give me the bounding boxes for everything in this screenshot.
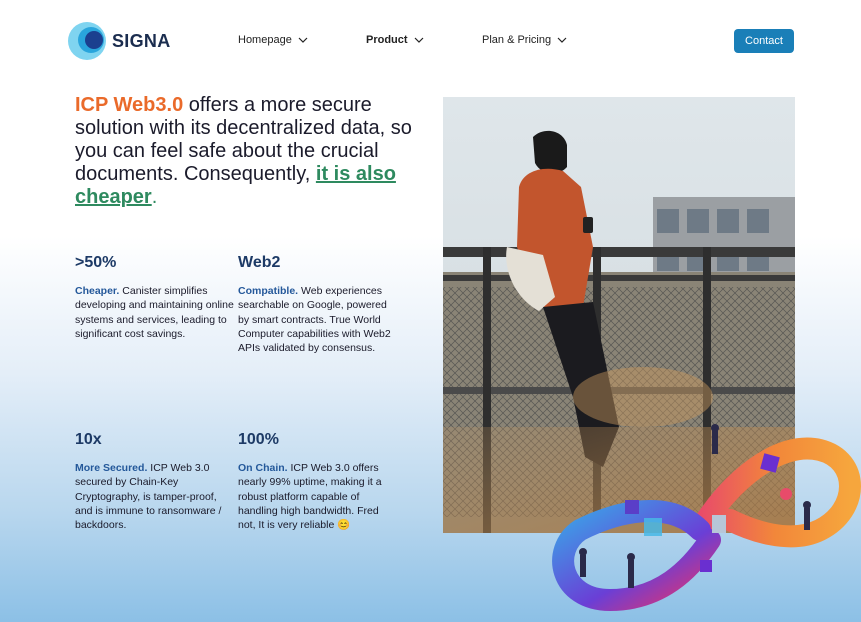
brand-name: SIGNA — [112, 30, 171, 51]
hero-end: . — [151, 186, 158, 208]
stat-value: 100% — [238, 431, 279, 448]
signa-logo-icon — [68, 22, 106, 60]
stat-description: Compatible. Web experiences searchable o… — [238, 284, 398, 355]
stat-value: Web2 — [238, 254, 281, 271]
chevron-down-icon — [298, 37, 308, 43]
stat-description: Cheaper. Canister simplifies developing … — [75, 284, 235, 341]
stat-lead: Cheaper. — [75, 285, 120, 297]
nav-plan-pricing[interactable]: Plan & Pricing — [482, 34, 567, 46]
stat-lead: On Chain. — [238, 462, 288, 474]
stat-description: More Secured. ICP Web 3.0 secured by Cha… — [75, 461, 235, 532]
nav-plan-pricing-label: Plan & Pricing — [482, 34, 552, 46]
stat-description: On Chain. ICP Web 3.0 offers nearly 99% … — [238, 461, 398, 532]
nav-homepage[interactable]: Homepage — [238, 34, 308, 46]
stat-on-chain: 100% On Chain. ICP Web 3.0 offers nearly… — [238, 431, 398, 532]
chevron-down-icon — [557, 37, 567, 43]
hero-accent: ICP Web3.0 — [75, 94, 184, 116]
stat-cheaper: >50% Cheaper. Canister simplifies develo… — [75, 254, 235, 341]
nav-homepage-label: Homepage — [238, 34, 292, 46]
stat-value: >50% — [75, 254, 117, 271]
contact-button[interactable]: Contact — [734, 29, 794, 53]
stat-lead: Compatible. — [238, 285, 299, 297]
top-navigation: SIGNA Homepage Product Plan & Pricing Co… — [0, 0, 861, 80]
nav-product[interactable]: Product — [366, 34, 424, 46]
chevron-down-icon — [414, 37, 423, 43]
infinity-loop-illustration — [552, 424, 861, 612]
stat-value: 10x — [75, 431, 102, 448]
nav-product-label: Product — [366, 34, 408, 46]
stat-secured: 10x More Secured. ICP Web 3.0 secured by… — [75, 431, 235, 532]
hero-headline: ICP Web3.0 offers a more secure solution… — [75, 94, 435, 209]
brand-logo[interactable]: SIGNA — [68, 22, 171, 60]
stat-lead: More Secured. — [75, 462, 148, 474]
stat-compatible: Web2 Compatible. Web experiences searcha… — [238, 254, 398, 355]
